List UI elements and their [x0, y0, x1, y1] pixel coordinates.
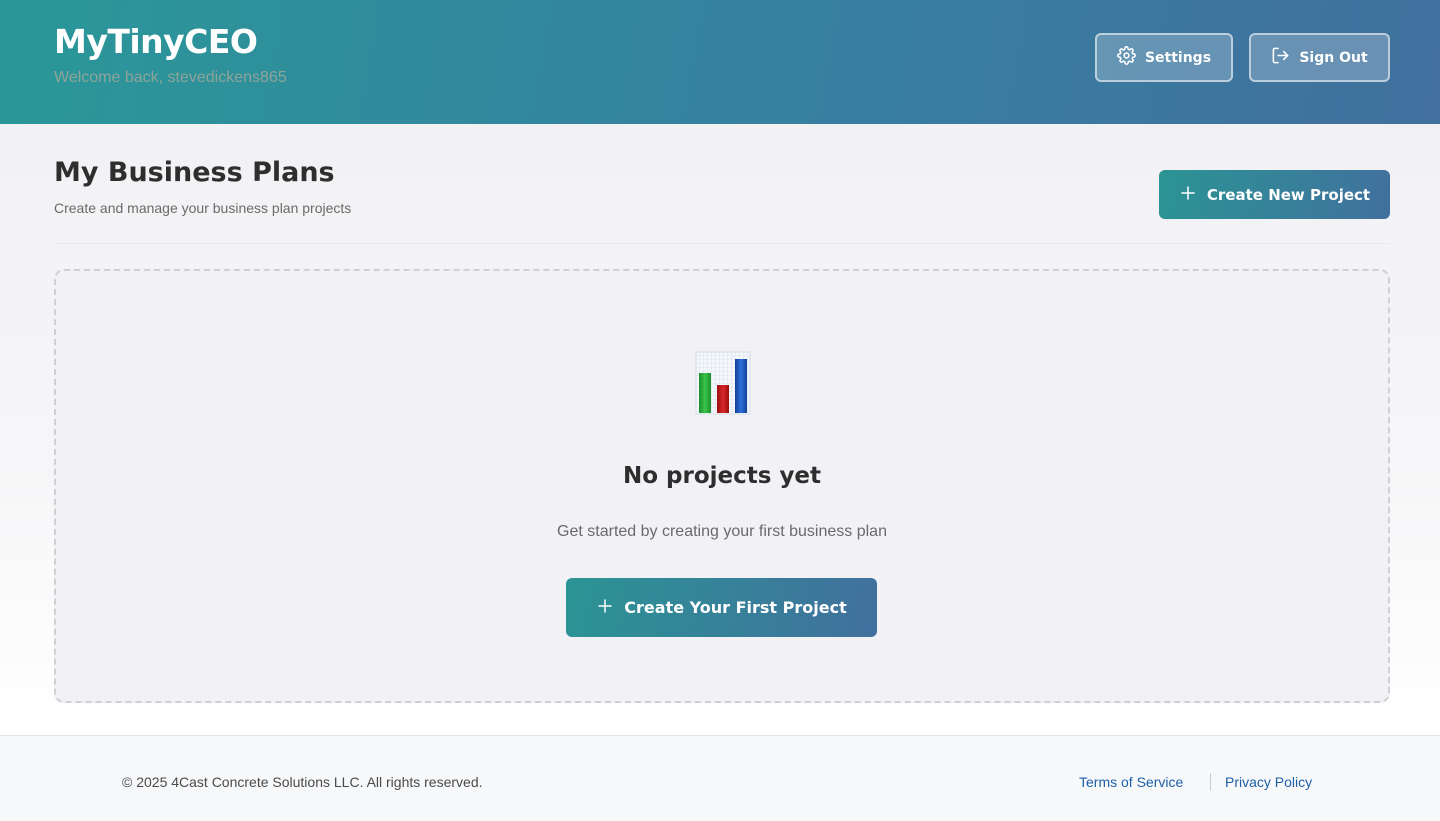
sign-out-icon	[1271, 46, 1290, 69]
sign-out-button[interactable]: Sign Out	[1249, 33, 1390, 82]
app-footer: © 2025 4Cast Concrete Solutions LLC. All…	[0, 735, 1440, 821]
bar-chart-icon	[695, 351, 751, 415]
plus-icon	[1179, 184, 1197, 206]
welcome-message: Welcome back, stevedickens865	[54, 69, 287, 86]
page-subtitle: Create and manage your business plan pro…	[54, 200, 352, 216]
empty-state-description: Get started by creating your first busin…	[557, 523, 887, 540]
copyright-text: © 2025 4Cast Concrete Solutions LLC. All…	[122, 774, 483, 790]
settings-button[interactable]: Settings	[1095, 33, 1233, 82]
page-title: My Business Plans	[54, 157, 335, 188]
sign-out-label: Sign Out	[1299, 49, 1368, 66]
brand-logo: MyTinyCEO	[54, 22, 258, 61]
header-divider	[54, 243, 1390, 244]
app-header: MyTinyCEO Welcome back, stevedickens865 …	[0, 0, 1440, 124]
create-first-project-label: Create Your First Project	[624, 598, 847, 617]
footer-link-separator	[1210, 773, 1211, 791]
main-content: My Business Plans Create and manage your…	[0, 124, 1440, 735]
privacy-policy-link[interactable]: Privacy Policy	[1225, 774, 1312, 790]
empty-state-panel: No projects yet Get started by creating …	[54, 269, 1390, 703]
empty-state-title: No projects yet	[622, 463, 822, 489]
create-new-project-label: Create New Project	[1206, 185, 1371, 204]
plus-icon	[596, 597, 614, 619]
terms-of-service-link[interactable]: Terms of Service	[1079, 774, 1183, 790]
gear-icon	[1117, 46, 1136, 69]
create-new-project-button[interactable]: Create New Project	[1159, 170, 1390, 219]
settings-label: Settings	[1144, 49, 1212, 66]
create-first-project-button[interactable]: Create Your First Project	[566, 578, 877, 637]
